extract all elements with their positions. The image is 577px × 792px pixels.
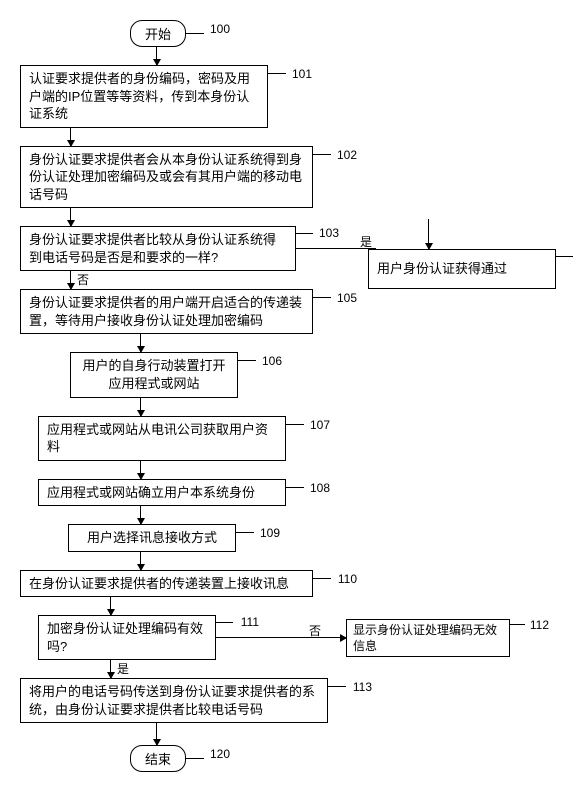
node-label: 在身份认证要求提供者的传递装置上接收讯息 bbox=[29, 576, 289, 591]
node-label: 应用程式或网站确立用户本系统身份 bbox=[47, 485, 255, 500]
node-num-108: 108 bbox=[310, 481, 330, 495]
node-110: 在身份认证要求提供者的传递装置上接收讯息 bbox=[20, 570, 313, 598]
node-111: 加密身份认证处理编码有效吗? 111 bbox=[38, 615, 216, 660]
node-109: 用户选择讯息接收方式 bbox=[68, 524, 236, 552]
node-num-101: 101 bbox=[292, 67, 312, 81]
node-num-100: 100 bbox=[210, 22, 230, 36]
node-label: 用户身份认证获得通过 bbox=[377, 261, 507, 276]
node-num-106: 106 bbox=[262, 354, 282, 368]
node-label: 显示身份认证处理编码无效信息 bbox=[353, 623, 497, 653]
node-104: 用户身份认证获得通过 104 bbox=[368, 249, 556, 289]
node-105: 身份认证要求提供者的用户端开启适合的传递装置，等待用户接收身份认证处理加密编码 bbox=[20, 289, 313, 334]
node-label: 身份认证要求提供者会从本身份认证系统得到身份认证处理加密编码及或会有其用户端的移… bbox=[29, 152, 302, 202]
node-num-112: 112 bbox=[530, 617, 549, 633]
node-108: 应用程式或网站确立用户本系统身份 bbox=[38, 479, 286, 507]
node-num-102: 102 bbox=[337, 148, 357, 162]
node-label: 开始 bbox=[145, 27, 171, 42]
node-103: 身份认证要求提供者比较从身份认证系统得到电话号码是否是和要求的一样? 103 bbox=[20, 226, 296, 271]
node-num-107: 107 bbox=[310, 418, 330, 432]
terminal-end: 结束 bbox=[130, 745, 186, 772]
node-num-105: 105 bbox=[337, 291, 357, 305]
node-label: 身份认证要求提供者比较从身份认证系统得到电话号码是否是和要求的一样? bbox=[29, 232, 276, 265]
terminal-start: 开始 bbox=[130, 20, 186, 47]
node-label: 将用户的电话号码传送到身份认证要求提供者的系统，由身份认证要求提供者比较电话号码 bbox=[29, 684, 315, 717]
node-num-103: 103 bbox=[319, 225, 339, 241]
node-106: 用户的自身行动装置打开应用程式或网站 bbox=[70, 352, 238, 397]
node-label: 用户的自身行动装置打开应用程式或网站 bbox=[82, 358, 225, 391]
node-101: 认证要求提供者的身份编码，密码及用户端的IP位置等等资料，传到本身份认证系统 bbox=[20, 65, 268, 128]
node-label: 应用程式或网站从电讯公司获取用户资料 bbox=[47, 422, 268, 455]
node-label: 身份认证要求提供者的用户端开启适合的传递装置，等待用户接收身份认证处理加密编码 bbox=[29, 295, 302, 328]
branch-yes-2: 是 bbox=[117, 660, 129, 677]
node-num-111: 111 bbox=[241, 614, 259, 630]
node-label: 认证要求提供者的身份编码，密码及用户端的IP位置等等资料，传到本身份认证系统 bbox=[29, 71, 250, 121]
node-num-113: 113 bbox=[353, 680, 372, 694]
node-num-120: 120 bbox=[210, 747, 230, 761]
flowchart-container: 开始 100 认证要求提供者的身份编码，密码及用户端的IP位置等等资料，传到本身… bbox=[20, 20, 557, 772]
node-112: 显示身份认证处理编码无效信息 112 bbox=[346, 619, 510, 657]
node-107: 应用程式或网站从电讯公司获取用户资料 bbox=[38, 416, 286, 461]
node-label: 结束 bbox=[145, 752, 171, 767]
node-label: 加密身份认证处理编码有效吗? bbox=[47, 621, 203, 654]
branch-no: 否 bbox=[77, 271, 89, 288]
branch-no-2: 否 bbox=[309, 622, 321, 639]
node-label: 用户选择讯息接收方式 bbox=[87, 530, 217, 545]
node-113: 将用户的电话号码传送到身份认证要求提供者的系统，由身份认证要求提供者比较电话号码 bbox=[20, 678, 328, 723]
node-102: 身份认证要求提供者会从本身份认证系统得到身份认证处理加密编码及或会有其用户端的移… bbox=[20, 146, 313, 209]
node-num-110: 110 bbox=[338, 572, 357, 586]
node-num-109: 109 bbox=[260, 526, 280, 540]
